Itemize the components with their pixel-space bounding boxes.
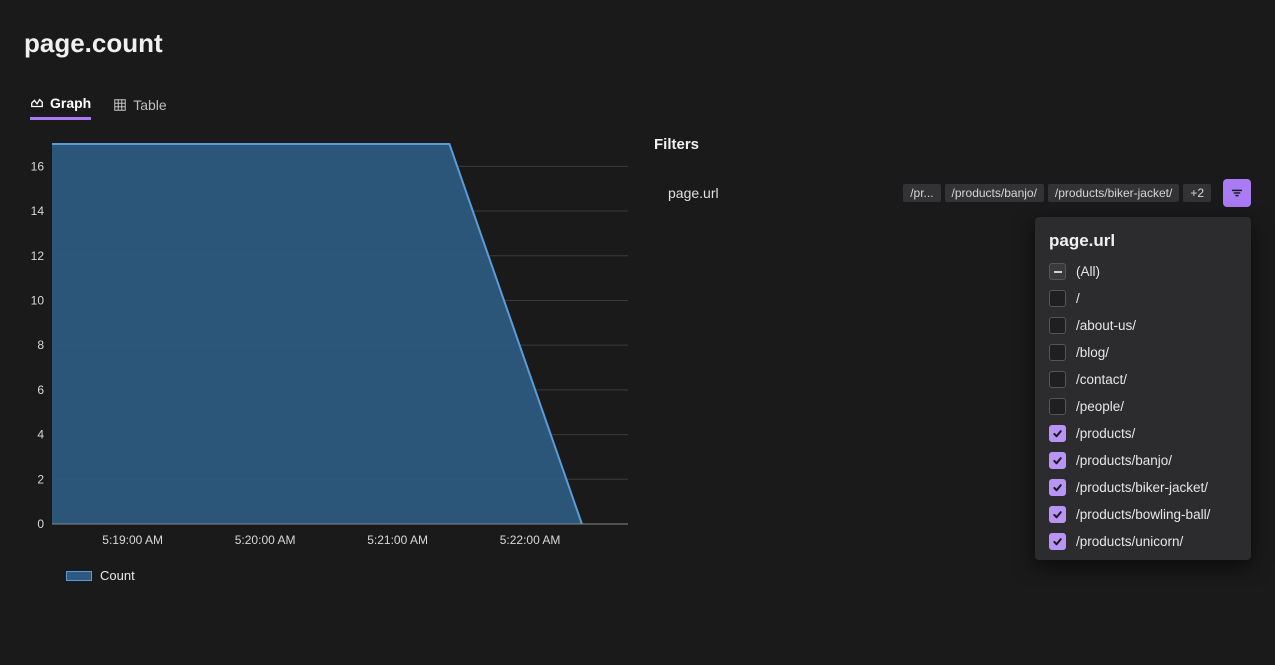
checkbox-label: /contact/ [1076, 372, 1127, 387]
filter-chips: /pr... /products/banjo/ /products/biker-… [903, 179, 1251, 207]
svg-text:5:21:00 AM: 5:21:00 AM [367, 533, 428, 547]
chart-legend: Count [24, 554, 634, 583]
checkbox[interactable] [1049, 452, 1066, 469]
filter-chip-more[interactable]: +2 [1183, 184, 1211, 202]
svg-text:10: 10 [31, 293, 45, 307]
checkbox[interactable] [1049, 263, 1066, 280]
checkbox-label: /products/bowling-ball/ [1076, 507, 1210, 522]
checkbox[interactable] [1049, 479, 1066, 496]
checkbox[interactable] [1049, 506, 1066, 523]
tab-table[interactable]: Table [113, 95, 166, 120]
legend-swatch-count [66, 571, 92, 581]
svg-text:8: 8 [37, 338, 44, 352]
table-icon [113, 98, 127, 112]
tab-graph[interactable]: Graph [30, 95, 91, 120]
checkbox[interactable] [1049, 344, 1066, 361]
checkbox-option[interactable]: /products/ [1049, 425, 1237, 442]
checkbox-label: /about-us/ [1076, 318, 1136, 333]
filter-chip[interactable]: /pr... [903, 184, 940, 202]
svg-text:5:20:00 AM: 5:20:00 AM [235, 533, 296, 547]
filter-dropdown: page.url (All) / /about-us/ /blog/ /contact/… [1035, 217, 1251, 560]
checkbox-label: /products/banjo/ [1076, 453, 1172, 468]
area-chart: 0 2 4 6 8 10 12 14 16 5:19:00 AM 5:20:00 AM 5:21:00… [24, 134, 634, 554]
checkbox-option[interactable]: (All) [1049, 263, 1237, 280]
filter-chip[interactable]: /products/banjo/ [945, 184, 1044, 202]
svg-text:6: 6 [37, 383, 44, 397]
tab-table-label: Table [133, 97, 166, 113]
checkbox[interactable] [1049, 371, 1066, 388]
filters-panel: Filters page.url /pr... /products/banjo/… [654, 134, 1251, 583]
svg-text:5:22:00 AM: 5:22:00 AM [500, 533, 561, 547]
checkbox-option[interactable]: /products/bowling-ball/ [1049, 506, 1237, 523]
checkbox-option[interactable]: / [1049, 290, 1237, 307]
svg-text:4: 4 [37, 428, 44, 442]
svg-text:16: 16 [31, 159, 45, 173]
filter-chip[interactable]: /products/biker-jacket/ [1048, 184, 1179, 202]
filter-checklist: (All) / /about-us/ /blog/ /contact/ /people/ /… [1049, 263, 1237, 550]
view-tabs: Graph Table [0, 59, 1275, 120]
checkbox-option[interactable]: /contact/ [1049, 371, 1237, 388]
checkbox[interactable] [1049, 425, 1066, 442]
page-title: page.count [0, 0, 1275, 59]
checkbox-label: / [1076, 291, 1080, 306]
chart-panel: 0 2 4 6 8 10 12 14 16 5:19:00 AM 5:20:00 AM 5:21:00… [24, 134, 634, 583]
checkbox-option[interactable]: /about-us/ [1049, 317, 1237, 334]
checkbox-label: /people/ [1076, 399, 1124, 414]
checkbox-option[interactable]: /blog/ [1049, 344, 1237, 361]
checkbox-option[interactable]: /products/banjo/ [1049, 452, 1237, 469]
filter-label: page.url [668, 185, 719, 201]
checkbox-option[interactable]: /products/unicorn/ [1049, 533, 1237, 550]
checkbox[interactable] [1049, 290, 1066, 307]
checkbox[interactable] [1049, 317, 1066, 334]
checkbox-label: /products/unicorn/ [1076, 534, 1183, 549]
filter-row-page-url: page.url /pr... /products/banjo/ /produc… [654, 179, 1251, 207]
svg-text:2: 2 [37, 472, 44, 486]
legend-label-count: Count [100, 568, 135, 583]
tab-graph-label: Graph [50, 95, 91, 111]
svg-text:5:19:00 AM: 5:19:00 AM [102, 533, 163, 547]
checkbox-label: /blog/ [1076, 345, 1109, 360]
svg-text:12: 12 [31, 249, 45, 263]
checkbox-label: (All) [1076, 264, 1100, 279]
svg-text:0: 0 [37, 517, 44, 531]
filter-button[interactable] [1223, 179, 1251, 207]
filter-icon [1230, 186, 1244, 200]
checkbox-label: /products/biker-jacket/ [1076, 480, 1208, 495]
checkbox-option[interactable]: /products/biker-jacket/ [1049, 479, 1237, 496]
svg-text:14: 14 [31, 204, 45, 218]
checkbox-label: /products/ [1076, 426, 1135, 441]
dropdown-title: page.url [1049, 231, 1237, 251]
filters-heading: Filters [654, 136, 1251, 153]
checkbox-option[interactable]: /people/ [1049, 398, 1237, 415]
chart-area-icon [30, 96, 44, 110]
checkbox[interactable] [1049, 533, 1066, 550]
checkbox[interactable] [1049, 398, 1066, 415]
